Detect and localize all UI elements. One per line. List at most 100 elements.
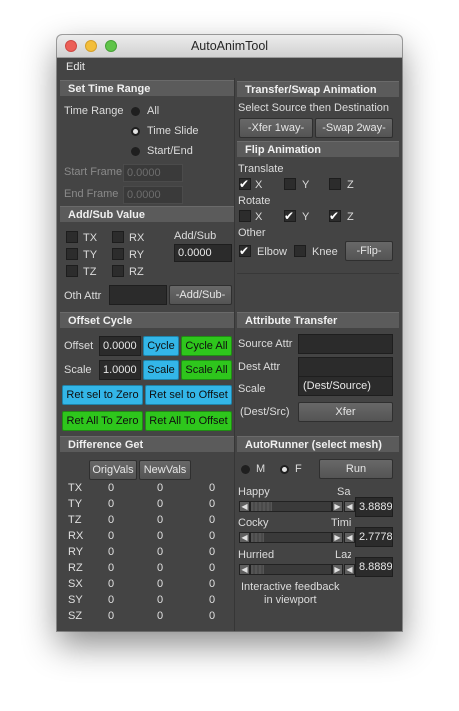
radio-time-slide-label: Time Slide [147, 125, 199, 137]
section-header-offset-cycle: Offset Cycle [60, 312, 234, 328]
flip-translate-label: Translate [238, 163, 284, 175]
slider-happy-increment-icon[interactable]: ▶ [332, 501, 343, 512]
diff-new: 0 [157, 546, 164, 558]
slider-timid-label: Timid [331, 517, 351, 529]
diff-new: 0 [157, 498, 164, 510]
diff-orig: 0 [108, 578, 115, 590]
diff-attr: RZ [68, 562, 83, 574]
radio-m[interactable] [241, 465, 250, 474]
new-vals-button[interactable]: NewVals [139, 460, 191, 480]
diff-new: 0 [157, 578, 164, 590]
add-sub-button[interactable]: -Add/Sub- [169, 285, 232, 305]
diff-attr: TX [68, 482, 83, 494]
slider-cocky-left-icon[interactable]: ◀ [344, 532, 355, 543]
scale-label: Scale [64, 364, 92, 376]
add-sub-checkbox-rx[interactable] [112, 231, 124, 243]
flip-rotate-x-checkbox[interactable] [239, 210, 251, 222]
add-sub-checkbox-tz[interactable] [66, 265, 78, 277]
dest-src-label: (Dest/Src) [240, 406, 290, 418]
checkmark-icon: ✔ [329, 209, 340, 223]
diff-value: 0 [209, 594, 216, 606]
slider-cocky-decrement-icon[interactable]: ◀ [239, 532, 250, 543]
xfer-1way-button[interactable]: -Xfer 1way- [239, 118, 313, 138]
flip-knee-label: Knee [312, 246, 338, 258]
flip-knee-checkbox[interactable] [294, 245, 306, 257]
ret-all-to-zero-button[interactable]: Ret All To Zero [62, 411, 143, 431]
cycle-all-button[interactable]: Cycle All [181, 336, 232, 356]
diff-value: 0 [209, 546, 216, 558]
flip-translate-x-checkbox[interactable]: ✔ [239, 178, 251, 190]
slider-happy-value[interactable]: 3.8889 [355, 497, 393, 517]
slider-happy-label: Happy [238, 486, 270, 498]
slider-hurried-left-icon[interactable]: ◀ [344, 564, 355, 575]
slider-happy-decrement-icon[interactable]: ◀ [239, 501, 250, 512]
diff-attr: RY [68, 546, 84, 558]
oth-attr-field[interactable] [109, 285, 167, 305]
slider-cocky-increment-icon[interactable]: ▶ [332, 532, 343, 543]
flip-translate-y-checkbox[interactable] [284, 178, 296, 190]
flip-rotate-y-checkbox[interactable]: ✔ [284, 210, 296, 222]
start-frame-field[interactable]: 0.0000 [123, 164, 183, 182]
scale-attr-field[interactable]: (Dest/Source) [298, 376, 393, 396]
ret-all-to-offset-button[interactable]: Ret All To Offset [145, 411, 232, 431]
slider-hurried-increment-icon[interactable]: ▶ [332, 564, 343, 575]
add-sub-label-tz: TZ [83, 266, 97, 278]
orig-vals-button[interactable]: OrigVals [89, 460, 137, 480]
radio-f[interactable] [280, 465, 289, 474]
swap-2way-button[interactable]: -Swap 2way- [315, 118, 393, 138]
add-sub-checkbox-ty[interactable] [66, 248, 78, 260]
flip-translate-z-checkbox[interactable] [329, 178, 341, 190]
feedback-line-2: in viewport [264, 594, 317, 606]
diff-attr: TY [68, 498, 83, 510]
add-sub-checkbox-rz[interactable] [112, 265, 124, 277]
add-sub-checkbox-ry[interactable] [112, 248, 124, 260]
slider-happy-sad[interactable] [250, 501, 332, 512]
diff-new: 0 [157, 482, 164, 494]
slider-cocky-value[interactable]: 2.7778 [355, 527, 393, 547]
add-sub-label-tx: TX [83, 232, 98, 244]
flip-rotate-x-label: X [255, 211, 263, 223]
slider-hurried-decrement-icon[interactable]: ◀ [239, 564, 250, 575]
ret-sel-to-zero-button[interactable]: Ret sel to Zero [62, 385, 143, 405]
flip-button[interactable]: -Flip- [345, 241, 393, 261]
cycle-button[interactable]: Cycle [143, 336, 179, 356]
scale-field[interactable]: 1.0000 [99, 360, 141, 380]
scale-attr-label: Scale [238, 383, 266, 395]
dest-attr-field[interactable] [298, 357, 393, 377]
menu-edit[interactable]: Edit [66, 61, 85, 73]
flip-rotate-z-checkbox[interactable]: ✔ [329, 210, 341, 222]
slider-happy-sad-fill [251, 502, 272, 511]
add-sub-label-ry: RY [129, 249, 145, 261]
radio-all[interactable] [131, 107, 140, 116]
slider-cocky-timid[interactable] [250, 532, 332, 543]
add-sub-checkbox-tx[interactable] [66, 231, 78, 243]
slider-hurried-value[interactable]: 8.8889 [355, 557, 393, 577]
slider-hurried-lazy[interactable] [250, 564, 332, 575]
column-divider [234, 78, 235, 631]
autoanimtool-window: AutoAnimTool Edit Set Time Range Time Ra… [57, 35, 402, 631]
diff-orig: 0 [108, 482, 115, 494]
slider-cocky-label: Cocky [238, 517, 269, 529]
diff-orig: 0 [108, 594, 115, 606]
source-attr-field[interactable] [298, 334, 393, 354]
checkmark-icon: ✔ [284, 209, 295, 223]
diff-orig: 0 [108, 610, 115, 622]
offset-field[interactable]: 0.0000 [99, 336, 141, 356]
diff-new: 0 [157, 594, 164, 606]
ret-sel-to-offset-button[interactable]: Ret sel to Offset [145, 385, 232, 405]
radio-time-slide[interactable] [131, 127, 140, 136]
scale-all-button[interactable]: Scale All [181, 360, 232, 380]
flip-elbow-checkbox[interactable]: ✔ [239, 245, 251, 257]
scale-button[interactable]: Scale [143, 360, 179, 380]
slider-happy-left-icon[interactable]: ◀ [344, 501, 355, 512]
end-frame-field[interactable]: 0.0000 [123, 186, 183, 204]
xfer-button[interactable]: Xfer [298, 402, 393, 422]
radio-start-end[interactable] [131, 147, 140, 156]
add-sub-value-field[interactable]: 0.0000 [174, 244, 232, 262]
flip-rotate-label: Rotate [238, 195, 271, 207]
run-button[interactable]: Run [319, 459, 393, 479]
flip-rotate-z-label: Z [347, 211, 354, 223]
oth-attr-label: Oth Attr [64, 290, 102, 302]
menu-bar: Edit [57, 58, 402, 76]
diff-value: 0 [209, 610, 216, 622]
